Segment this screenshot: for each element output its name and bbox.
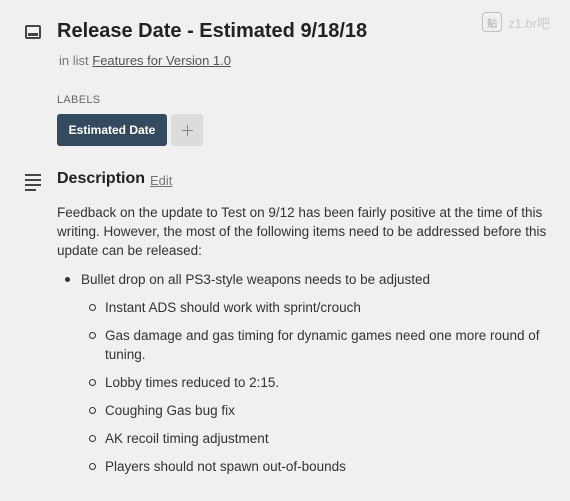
list-info: in list Features for Version 1.0: [59, 53, 231, 68]
sub-list-item: AK recoil timing adjustment: [81, 429, 541, 448]
watermark-logo-icon: 贴: [482, 12, 503, 32]
label-estimated-date[interactable]: Estimated Date: [57, 114, 167, 146]
description-text: Feedback on the update to Test on 9/12 h…: [57, 205, 547, 258]
watermark-text: z1.br吧: [508, 15, 550, 31]
sub-list: Instant ADS should work with sprint/crou…: [81, 298, 557, 476]
in-list-prefix: in list: [59, 53, 89, 68]
sub-list-item: Lobby times reduced to 2:15.: [81, 373, 541, 392]
labels-heading: LABELS: [57, 94, 101, 106]
plus-icon: [181, 124, 193, 136]
list-link[interactable]: Features for Version 1.0: [92, 53, 231, 68]
sub-list-item: Coughing Gas bug fix: [81, 401, 541, 420]
description-list: Bullet drop on all PS3-style weapons nee…: [57, 270, 557, 485]
card-icon: [25, 25, 41, 39]
edit-description-link[interactable]: Edit: [150, 173, 172, 188]
sub-list-item: Instant ADS should work with sprint/crou…: [81, 298, 541, 317]
add-label-button[interactable]: [171, 114, 203, 146]
sub-list-item: Gas damage and gas timing for dynamic ga…: [81, 326, 541, 364]
list-item: Bullet drop on all PS3-style weapons nee…: [57, 270, 557, 476]
list-item-text: Bullet drop on all PS3-style weapons nee…: [81, 272, 430, 287]
card-title[interactable]: Release Date - Estimated 9/18/18: [57, 20, 367, 43]
watermark: 贴 z1.br吧: [482, 12, 550, 32]
card-detail: Release Date - Estimated 9/18/18 in list…: [0, 0, 570, 501]
sub-list-item: Players should not spawn out-of-bounds: [81, 457, 541, 476]
description-lines-icon: [25, 174, 41, 194]
description-heading: Description: [57, 170, 146, 187]
